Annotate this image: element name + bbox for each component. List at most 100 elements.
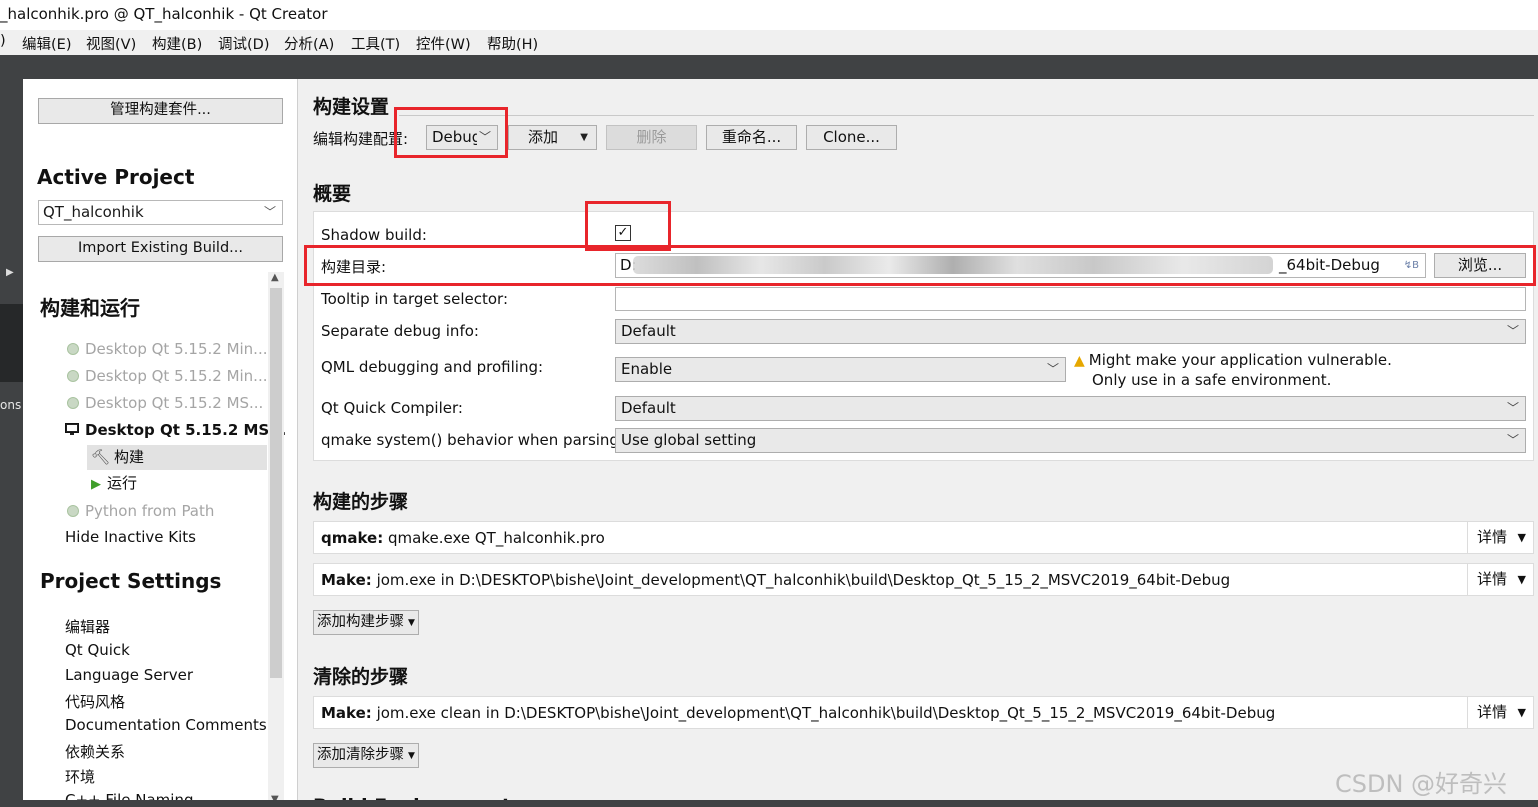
qmake-system-select[interactable]: Use global setting ﹀: [615, 428, 1526, 453]
tooltip-label: Tooltip in target selector:: [321, 290, 508, 308]
hide-inactive-kits[interactable]: Hide Inactive Kits: [65, 528, 196, 546]
menu-build[interactable]: 构建(B): [152, 33, 202, 54]
dropdown-caret-icon: ▼: [408, 751, 415, 761]
build-step-qmake[interactable]: qmake: qmake.exe QT_halconhik.pro 详情 ▼: [313, 521, 1534, 554]
browse-button[interactable]: 浏览...: [1434, 253, 1526, 278]
scrollbar-thumb[interactable]: [270, 288, 282, 678]
step-details-button[interactable]: 详情 ▼: [1467, 522, 1533, 553]
settings-item-dependencies[interactable]: 依赖关系: [65, 741, 125, 762]
monitor-icon: [65, 422, 79, 435]
settings-item-environment[interactable]: 环境: [65, 766, 95, 787]
step-command: jom.exe clean in D:\DESKTOP\bishe\Joint_…: [376, 704, 1276, 722]
settings-item-language-server[interactable]: Language Server: [65, 666, 193, 684]
menu-tools[interactable]: 工具(T): [351, 33, 400, 54]
build-dir-label: 构建目录:: [321, 258, 387, 276]
build-step-make[interactable]: Make: jom.exe in D:\DESKTOP\bishe\Joint_…: [313, 563, 1534, 596]
rename-config-button[interactable]: 重命名...: [706, 125, 797, 150]
kit-item-2[interactable]: Desktop Qt 5.15.2 Min...: [67, 367, 267, 385]
menu-help[interactable]: 帮助(H): [487, 33, 538, 54]
kit-inactive-icon: [67, 397, 79, 409]
kit-item-1[interactable]: Desktop Qt 5.15.2 Min...: [67, 340, 267, 358]
quick-compiler-select[interactable]: Default ﹀: [615, 396, 1526, 421]
build-config-select[interactable]: Debug ﹀: [426, 125, 498, 150]
edit-config-label: 编辑构建配置:: [313, 130, 409, 148]
build-config-value: Debug: [432, 128, 482, 146]
general-heading: 概要: [313, 183, 352, 205]
qmake-system-value: Use global setting: [621, 431, 757, 449]
triangle-down-icon: ▼: [1517, 706, 1526, 719]
triangle-down-icon: ▼: [1517, 531, 1526, 544]
settings-item-code-style[interactable]: 代码风格: [65, 691, 125, 712]
import-build-button[interactable]: Import Existing Build...: [38, 236, 283, 262]
shadow-build-label: Shadow build:: [321, 226, 427, 244]
step-command: qmake.exe QT_halconhik.pro: [388, 529, 605, 547]
check-icon: ✓: [617, 225, 629, 240]
chevron-down-icon: ﹀: [1046, 362, 1059, 376]
add-clean-step-button[interactable]: 添加清除步骤 ▼: [313, 743, 419, 768]
menu-view[interactable]: 视图(V): [86, 33, 136, 54]
quick-compiler-label: Qt Quick Compiler:: [321, 399, 463, 417]
step-name: Make:: [321, 571, 372, 589]
sep-debug-value: Default: [621, 322, 676, 340]
shadow-build-checkbox[interactable]: ✓: [615, 225, 631, 241]
sep-debug-select[interactable]: Default ﹀: [615, 319, 1526, 344]
step-name: qmake:: [321, 529, 384, 547]
settings-item-qtquick[interactable]: Qt Quick: [65, 641, 130, 659]
sidebar-scrollbar[interactable]: ▲ ▼: [268, 272, 284, 807]
project-select[interactable]: QT_halconhik ﹀: [38, 200, 283, 225]
add-config-label: 添加: [528, 128, 559, 146]
settings-item-editor[interactable]: 编辑器: [65, 616, 110, 637]
qmake-system-label: qmake system() behavior when parsing:: [321, 431, 625, 449]
clean-step-make-text: Make: jom.exe clean in D:\DESKTOP\bishe\…: [321, 704, 1275, 722]
window-title: _halconhik.pro @ QT_halconhik - Qt Creat…: [0, 5, 328, 23]
expand-arrow-icon[interactable]: ▶: [6, 267, 14, 278]
menu-bar: ) 编辑(E) 视图(V) 构建(B) 调试(D) 分析(A) 工具(T) 控件…: [0, 30, 1538, 55]
bottom-edge: [23, 800, 1538, 807]
mode-bar: ▶ ons: [0, 79, 23, 807]
kit-inactive-icon: [67, 370, 79, 382]
build-step-qmake-text: qmake: qmake.exe QT_halconhik.pro: [321, 529, 605, 547]
delete-config-button[interactable]: 删除: [606, 125, 697, 150]
tooltip-input[interactable]: [615, 287, 1526, 311]
warning-line-1: Might make your application vulnerable.: [1088, 351, 1392, 369]
sidebar-item-run[interactable]: ▶ 运行: [87, 471, 267, 496]
menu-analyze[interactable]: 分析(A): [284, 33, 334, 54]
menu-controls[interactable]: 控件(W): [416, 33, 471, 54]
qml-select[interactable]: Enable ﹀: [615, 357, 1066, 382]
settings-item-doc-comments[interactable]: Documentation Comments: [65, 716, 267, 734]
kit-item-3[interactable]: Desktop Qt 5.15.2 MS...: [67, 394, 263, 412]
chevron-down-icon: ﹀: [1506, 401, 1519, 415]
project-settings-heading: Project Settings: [40, 569, 222, 593]
qml-label: QML debugging and profiling:: [321, 358, 544, 376]
menu-debug[interactable]: 调试(D): [218, 33, 269, 54]
sidebar-item-build[interactable]: 🔨︎ 构建: [87, 445, 267, 470]
kit-item-python[interactable]: Python from Path: [67, 502, 214, 520]
chevron-down-icon: ﹀: [1506, 433, 1519, 447]
add-config-button[interactable]: 添加 ▼: [508, 125, 597, 150]
manage-kits-button[interactable]: 管理构建套件...: [38, 98, 283, 124]
menu-edit[interactable]: 编辑(E): [22, 33, 71, 54]
toolbar-strip: [0, 55, 1538, 79]
quick-compiler-value: Default: [621, 399, 676, 417]
triangle-down-icon: ▼: [1517, 573, 1526, 586]
build-step-make-text: Make: jom.exe in D:\DESKTOP\bishe\Joint_…: [321, 571, 1230, 589]
step-details-button[interactable]: 详情 ▼: [1467, 697, 1533, 728]
add-build-step-button[interactable]: 添加构建步骤 ▼: [313, 610, 419, 635]
project-sidebar: 管理构建套件... Active Project QT_halconhik ﹀ …: [23, 79, 298, 807]
path-variable-icon[interactable]: ↯B: [1404, 254, 1419, 277]
kit-inactive-icon: [67, 343, 79, 355]
watermark: CSDN @好奇兴: [1335, 770, 1508, 798]
clean-steps-heading: 清除的步骤: [313, 666, 409, 688]
build-steps-heading: 构建的步骤: [313, 491, 409, 513]
chevron-down-icon: ﹀: [476, 126, 491, 149]
clean-step-make[interactable]: Make: jom.exe clean in D:\DESKTOP\bishe\…: [313, 696, 1534, 729]
clone-config-button[interactable]: Clone...: [806, 125, 897, 150]
build-dir-suffix: _64bit-Debug: [1279, 256, 1380, 274]
scroll-up-icon[interactable]: ▲: [271, 272, 279, 283]
build-settings-heading: 构建设置: [313, 96, 390, 118]
menu-partial[interactable]: ): [0, 33, 6, 49]
step-details-button[interactable]: 详情 ▼: [1467, 564, 1533, 595]
kit-item-active[interactable]: Desktop Qt 5.15.2 MS...: [65, 421, 286, 439]
mode-selected[interactable]: [0, 304, 23, 382]
hammer-icon: 🔨︎: [91, 448, 111, 466]
